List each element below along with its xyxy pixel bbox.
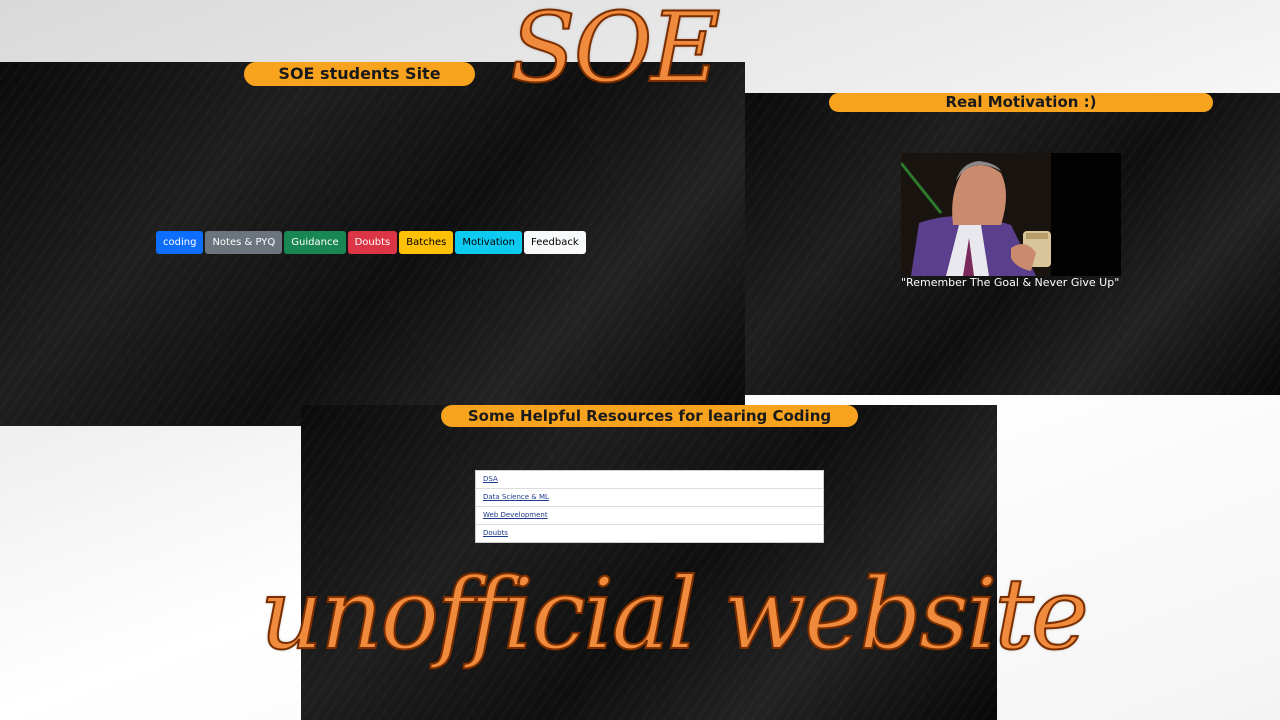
- resources-title-pill: Some Helpful Resources for learing Codin…: [441, 405, 858, 427]
- motivation-quote: "Remember The Goal & Never Give Up": [901, 276, 1120, 289]
- site-title-pill: SOE students Site: [244, 62, 475, 86]
- unofficial-website-overlay-title: unofficial website: [259, 557, 1090, 673]
- nav-button-motivation[interactable]: Motivation: [455, 231, 523, 254]
- resource-link-dsa[interactable]: DSA: [476, 471, 823, 489]
- nav-button-doubts[interactable]: Doubts: [347, 231, 398, 254]
- motivation-title-pill: Real Motivation :): [829, 93, 1213, 112]
- nav-button-coding[interactable]: coding: [156, 231, 204, 254]
- main-site-panel: SOE students Site coding Notes & PYQ Gui…: [0, 62, 745, 426]
- nav-button-notes-pyq[interactable]: Notes & PYQ: [205, 231, 283, 254]
- nav-button-batches[interactable]: Batches: [399, 231, 454, 254]
- motivation-panel: Real Motivation :) "Remember The Goal & …: [745, 93, 1280, 395]
- soe-overlay-title: SOE: [509, 0, 722, 105]
- nav-button-feedback[interactable]: Feedback: [524, 231, 586, 254]
- motivation-image: [901, 153, 1121, 276]
- nav-button-group: coding Notes & PYQ Guidance Doubts Batch…: [156, 231, 586, 254]
- resource-link-web-development[interactable]: Web Development: [476, 507, 823, 525]
- man-counting-money-illustration: [901, 153, 1121, 276]
- resource-link-data-science-ml[interactable]: Data Science & ML: [476, 489, 823, 507]
- nav-button-guidance[interactable]: Guidance: [284, 231, 346, 254]
- resource-list: DSA Data Science & ML Web Development Do…: [475, 470, 824, 543]
- resource-link-doubts[interactable]: Doubts: [476, 525, 823, 542]
